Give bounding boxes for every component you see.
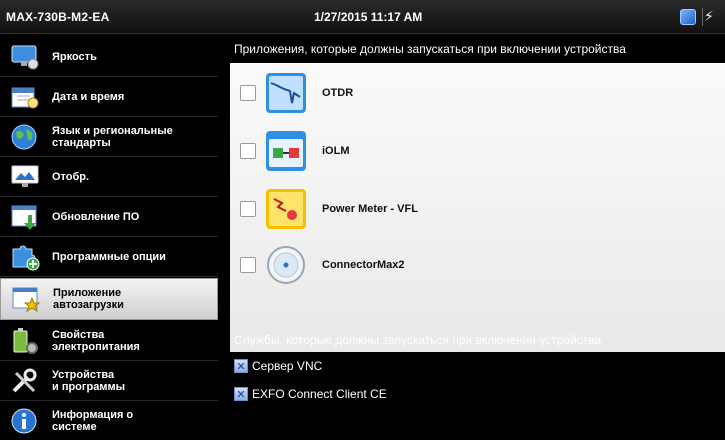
startup-app-star-icon: [9, 284, 43, 314]
connectormax-icon: [266, 245, 306, 285]
software-update-icon: [8, 202, 42, 232]
app-checkbox[interactable]: [240, 85, 256, 101]
sidebar-item-label: Обновление ПО: [52, 211, 140, 223]
globe-icon: [8, 122, 42, 152]
sidebar-item-label: Приложение автозагрузки: [53, 287, 124, 311]
info-icon: [8, 406, 42, 436]
app-row-iolm[interactable]: iOLM: [230, 125, 725, 179]
puzzle-plus-icon: [8, 242, 42, 272]
sidebar-item-display[interactable]: Отобр.: [0, 158, 218, 197]
app-name: ConnectorMax2: [322, 259, 405, 271]
sidebar-item-date-time[interactable]: Дата и время: [0, 78, 218, 117]
app-row-connectormax2[interactable]: ConnectorMax2: [230, 239, 725, 293]
apps-heading: Приложения, которые должны запускаться п…: [234, 42, 626, 56]
sidebar-item-system-info[interactable]: Информация о системе: [0, 402, 218, 440]
otdr-trace-icon: [266, 73, 306, 113]
device-name: MAX-730B-M2-EA: [6, 10, 110, 24]
sidebar-item-startup-app[interactable]: Приложение автозагрузки: [0, 278, 218, 320]
app-checkbox[interactable]: [240, 257, 256, 273]
app-name: iOLM: [322, 145, 350, 157]
sidebar-item-software-options[interactable]: Программные опции: [0, 238, 218, 277]
app-row-power-meter-vfl[interactable]: Power Meter - VFL: [230, 183, 725, 237]
window-switch-icon[interactable]: [680, 9, 696, 25]
tools-icon: [8, 366, 42, 396]
service-label: EXFO Connect Client CE: [252, 387, 387, 401]
power-plug-icon[interactable]: ⚡: [704, 8, 725, 26]
app-row-otdr[interactable]: OTDR: [230, 67, 725, 121]
app-name: Power Meter - VFL: [322, 203, 418, 215]
sidebar-item-label: Программные опции: [52, 251, 166, 263]
display-icon: [8, 162, 42, 192]
sidebar-item-power-properties[interactable]: Свойства электропитания: [0, 322, 218, 361]
sidebar-item-label: Информация о системе: [52, 409, 134, 433]
title-bar: MAX-730B-M2-EA 1/27/2015 11:17 AM ⚡: [0, 0, 725, 34]
power-meter-vfl-icon: [266, 189, 306, 229]
app-checkbox[interactable]: [240, 201, 256, 217]
service-checkbox[interactable]: ✕: [234, 387, 248, 401]
sidebar-item-label: Дата и время: [52, 91, 125, 103]
services-heading: Службы, которые должны запускаться при в…: [234, 333, 602, 347]
titlebar-divider: [702, 8, 703, 26]
service-label: Сервер VNC: [252, 359, 323, 373]
brightness-monitor-icon: [8, 42, 42, 72]
date-time: 1/27/2015 11:17 AM: [314, 10, 423, 24]
startup-settings-panel: Приложения, которые должны запускаться п…: [224, 34, 725, 440]
calendar-clock-icon: [8, 82, 42, 112]
sidebar-item-software-update[interactable]: Обновление ПО: [0, 198, 218, 237]
sidebar-item-language-region[interactable]: Язык и региональные стандарты: [0, 118, 218, 157]
sidebar-item-brightness[interactable]: Яркость: [0, 38, 218, 77]
service-checkbox[interactable]: ✕: [234, 359, 248, 373]
sidebar-item-devices-programs[interactable]: Устройства и программы: [0, 362, 218, 401]
sidebar-item-label: Язык и региональные стандарты: [52, 125, 173, 149]
service-exfo-connect[interactable]: ✕ EXFO Connect Client CE: [234, 386, 387, 402]
app-checkbox[interactable]: [240, 143, 256, 159]
settings-sidebar: Яркость Дата и время Язык и региональные…: [0, 34, 218, 440]
sidebar-item-label: Яркость: [52, 51, 97, 63]
sidebar-item-label: Устройства и программы: [52, 369, 125, 393]
sidebar-item-label: Отобр.: [52, 171, 90, 183]
startup-apps-list: OTDR iOLM Power Meter - VFL ConnectorMax…: [230, 63, 725, 352]
iolm-icon: [266, 131, 306, 171]
sidebar-item-label: Свойства электропитания: [52, 329, 140, 353]
app-name: OTDR: [322, 87, 354, 99]
battery-gear-icon: [8, 326, 42, 356]
service-vnc[interactable]: ✕ Сервер VNC: [234, 358, 322, 374]
